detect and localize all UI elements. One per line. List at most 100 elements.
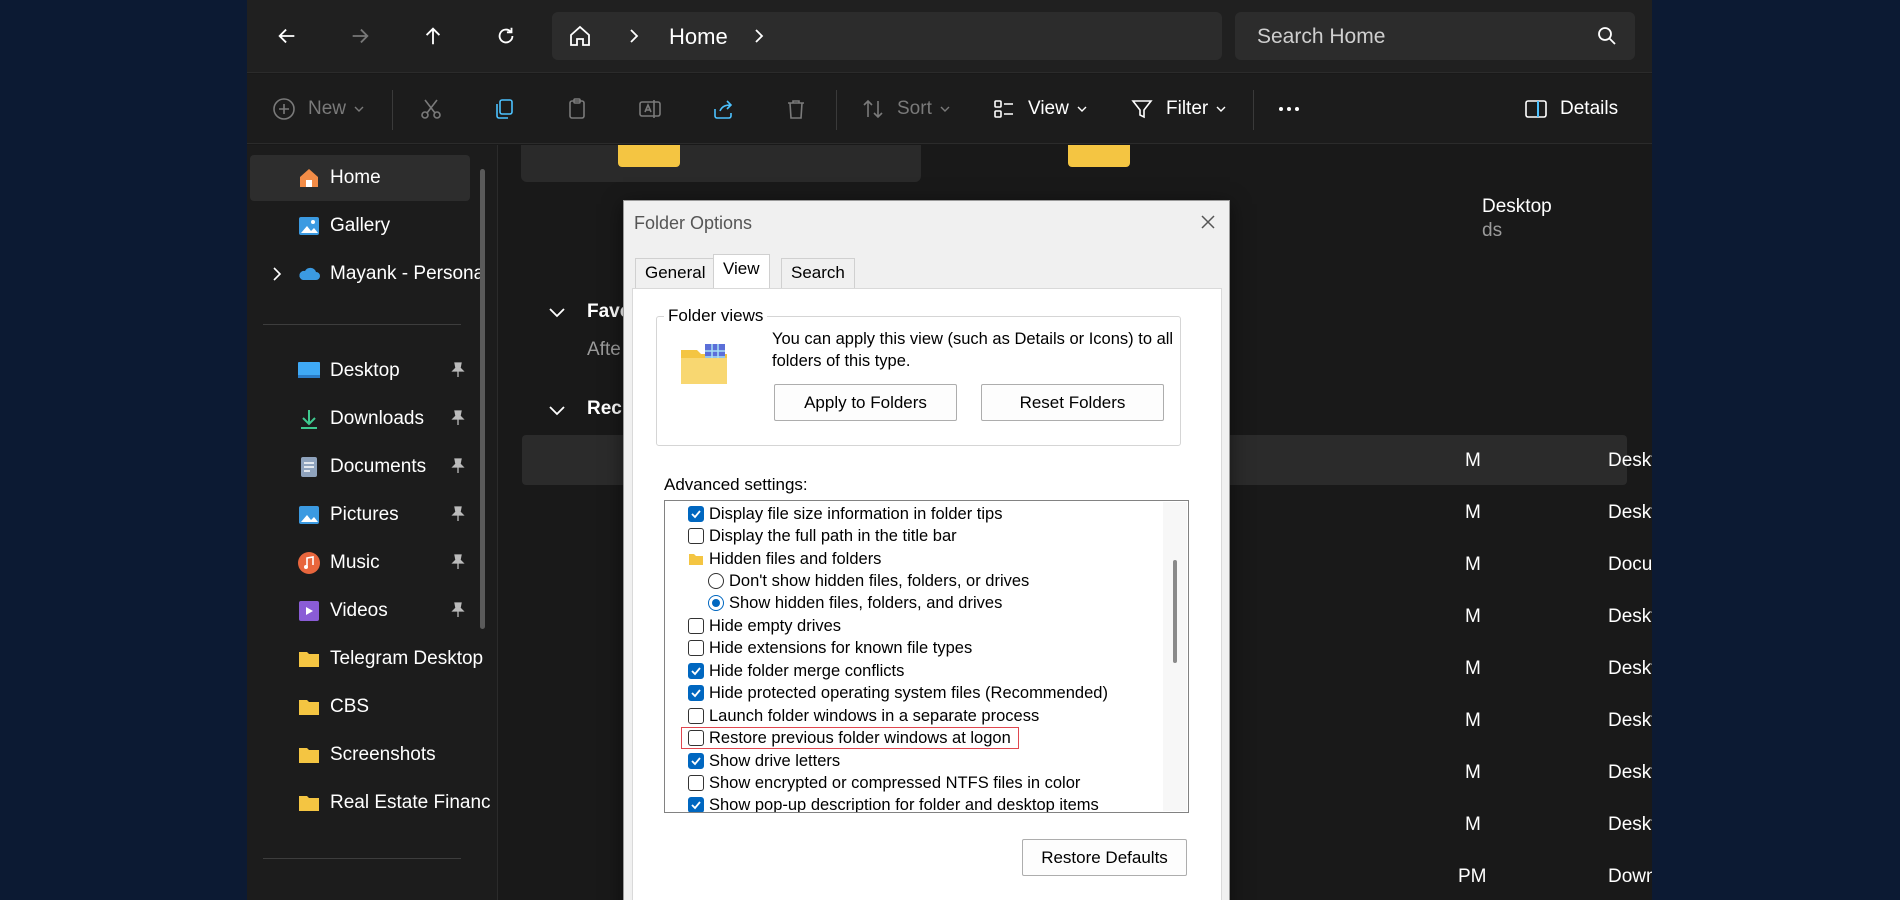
setting-label: Hide empty drives	[709, 616, 842, 635]
setting-show-encrypted-color[interactable]: Show encrypted or compressed NTFS files …	[688, 772, 1080, 794]
back-button[interactable]	[267, 16, 307, 56]
checkbox[interactable]	[688, 618, 704, 634]
pin-icon[interactable]	[450, 410, 466, 426]
tab-general[interactable]: General	[635, 258, 716, 288]
pin-icon[interactable]	[450, 458, 466, 474]
paste-button[interactable]	[565, 94, 589, 124]
search-box[interactable]: Search Home	[1235, 12, 1635, 60]
share-button[interactable]	[711, 94, 735, 124]
advanced-settings-label: Advanced settings:	[664, 475, 808, 494]
button-label: Restore Defaults	[1041, 847, 1168, 867]
clipboard-icon	[569, 98, 585, 119]
tab-view[interactable]: View	[713, 254, 770, 289]
radio-button[interactable]	[708, 573, 724, 589]
navigation-pane: Home Gallery Mayank - Persona Desktop Do…	[247, 145, 497, 900]
advanced-settings-list[interactable]: Display file size information in folder …	[664, 500, 1189, 813]
checkbox[interactable]	[688, 685, 704, 701]
sort-button[interactable]: Sort	[861, 94, 950, 124]
chevron-right-icon[interactable]	[627, 28, 641, 44]
address-bar[interactable]: Home	[552, 12, 1222, 60]
sidebar-item-cbs[interactable]: CBS	[250, 684, 470, 730]
chevron-right-icon[interactable]	[270, 266, 284, 282]
sidebar-item-music[interactable]: Music	[250, 540, 470, 586]
sidebar-item-home[interactable]: Home	[250, 155, 470, 201]
sidebar-item-desktop[interactable]: Desktop	[250, 348, 470, 394]
cut-button[interactable]	[419, 94, 443, 124]
tab-search[interactable]: Search	[781, 258, 855, 288]
setting-show-drive-letters[interactable]: Show drive letters	[688, 750, 840, 772]
checkbox[interactable]	[688, 528, 704, 544]
filter-button[interactable]: Filter	[1130, 94, 1226, 124]
checkbox[interactable]	[688, 506, 704, 522]
checkbox[interactable]	[688, 663, 704, 679]
details-pane-button[interactable]: Details	[1524, 94, 1618, 124]
sidebar-item-onedrive[interactable]: Mayank - Persona	[250, 251, 484, 297]
checkbox[interactable]	[688, 640, 704, 656]
rename-button[interactable]	[638, 94, 662, 124]
sidebar-item-pictures[interactable]: Pictures	[250, 492, 470, 538]
delete-button[interactable]	[784, 94, 808, 124]
pin-icon[interactable]	[450, 554, 466, 570]
setting-show-hidden[interactable]: Show hidden files, folders, and drives	[708, 592, 1002, 614]
new-button[interactable]: New	[272, 94, 364, 124]
checkbox[interactable]	[688, 775, 704, 791]
card-title[interactable]: Desktop	[1482, 196, 1552, 218]
apply-to-folders-button[interactable]: Apply to Folders	[774, 384, 957, 421]
tab-label: View	[723, 259, 760, 278]
breadcrumb-home[interactable]: Home	[669, 24, 728, 50]
home-icon[interactable]	[568, 24, 592, 48]
restore-defaults-button[interactable]: Restore Defaults	[1022, 839, 1187, 876]
setting-display-file-size[interactable]: Display file size information in folder …	[688, 503, 1002, 525]
sidebar-item-telegram-desktop[interactable]: Telegram Desktop	[250, 636, 483, 682]
sidebar-item-videos[interactable]: Videos	[250, 588, 470, 634]
quick-access-card[interactable]	[521, 145, 921, 182]
close-icon[interactable]	[1197, 211, 1219, 233]
checkbox[interactable]	[688, 708, 704, 724]
search-icon[interactable]	[1597, 26, 1617, 46]
recent-section-title[interactable]: Rec	[587, 398, 622, 420]
chevron-right-icon[interactable]	[752, 28, 766, 44]
chevron-down-icon[interactable]	[548, 307, 566, 319]
refresh-button[interactable]	[486, 16, 526, 56]
sidebar-item-downloads[interactable]: Downloads	[250, 396, 470, 442]
reset-folders-button[interactable]: Reset Folders	[981, 384, 1164, 421]
sidebar-item-documents[interactable]: Documents	[250, 444, 470, 490]
forward-button[interactable]	[340, 16, 380, 56]
folder-icon	[1068, 145, 1130, 167]
more-options-button[interactable]	[1277, 94, 1301, 124]
up-button[interactable]	[413, 16, 453, 56]
radio-button[interactable]	[708, 595, 724, 611]
settings-scrollbar[interactable]	[1163, 502, 1187, 811]
trash-icon	[788, 100, 804, 119]
setting-hide-extensions[interactable]: Hide extensions for known file types	[688, 637, 972, 659]
row-location: Documents	[1608, 554, 1652, 575]
chevron-down-icon	[1216, 106, 1226, 112]
filter-label: Filter	[1166, 98, 1209, 119]
pin-icon[interactable]	[450, 362, 466, 378]
setting-display-full-path[interactable]: Display the full path in the title bar	[688, 525, 957, 547]
sidebar-scrollbar[interactable]	[480, 169, 485, 629]
setting-launch-separate-process[interactable]: Launch folder windows in a separate proc…	[688, 705, 1039, 727]
setting-hide-protected-files[interactable]: Hide protected operating system files (R…	[688, 682, 1108, 704]
search-input[interactable]: Search Home	[1257, 25, 1385, 49]
folder-views-icon	[681, 344, 727, 384]
copy-button[interactable]	[492, 94, 516, 124]
setting-dont-show-hidden[interactable]: Don't show hidden files, folders, or dri…	[708, 570, 1029, 592]
setting-show-popup-description[interactable]: Show pop-up description for folder and d…	[688, 794, 1099, 812]
sidebar-item-label: Downloads	[330, 408, 424, 429]
view-button[interactable]: View	[992, 94, 1087, 124]
setting-label: Don't show hidden files, folders, or dri…	[729, 571, 1030, 590]
sidebar-item-screenshots[interactable]: Screenshots	[250, 732, 470, 778]
checkbox[interactable]	[688, 753, 704, 769]
check-icon	[691, 689, 701, 698]
chevron-down-icon[interactable]	[548, 405, 566, 417]
pin-icon[interactable]	[450, 602, 466, 618]
scrollbar-thumb[interactable]	[1173, 560, 1177, 663]
setting-hide-empty-drives[interactable]: Hide empty drives	[688, 615, 841, 637]
pin-icon[interactable]	[450, 506, 466, 522]
checkbox[interactable]	[688, 797, 704, 812]
sidebar-item-gallery[interactable]: Gallery	[250, 203, 470, 249]
plus-circle-icon	[273, 98, 295, 120]
setting-hide-merge-conflicts[interactable]: Hide folder merge conflicts	[688, 660, 904, 682]
sidebar-item-real-estate[interactable]: Real Estate Financ	[250, 780, 491, 826]
